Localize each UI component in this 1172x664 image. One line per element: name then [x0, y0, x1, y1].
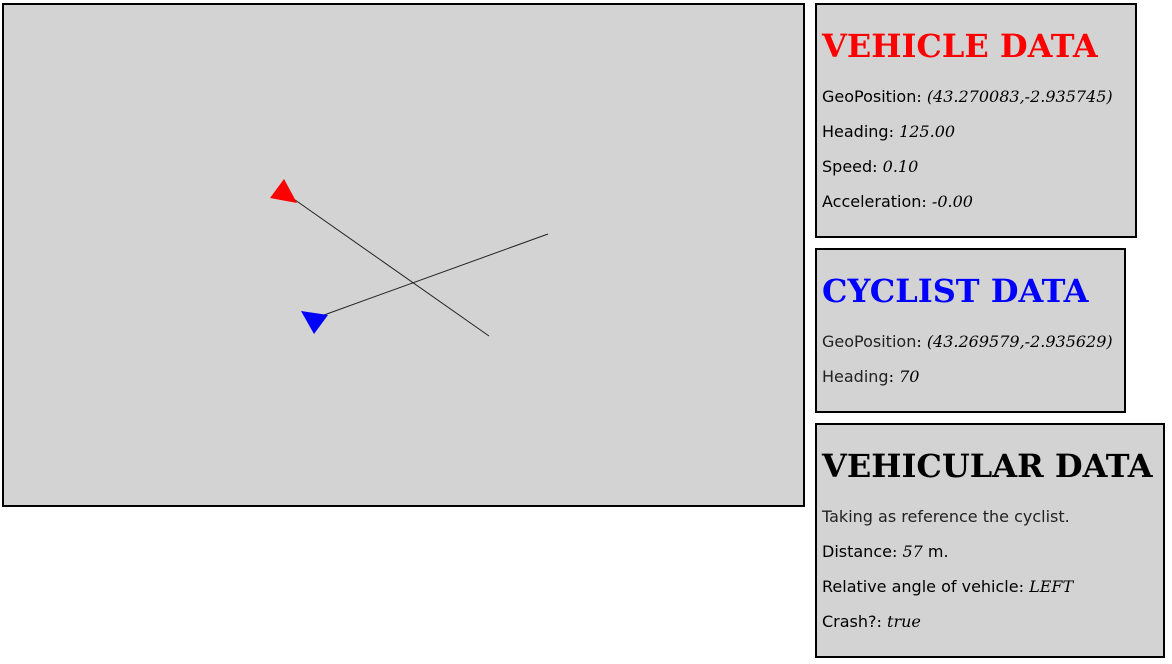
vehicular-distance-value: 57	[902, 542, 923, 561]
vehicular-crash-label: Crash?	[822, 612, 877, 631]
vehicular-distance-label: Distance	[822, 542, 892, 561]
vehicular-relative-angle-row: Relative angle of vehicle: LEFT	[822, 577, 1074, 596]
vehicle-data-title: VEHICLE DATA	[822, 27, 1098, 65]
cyclist-data-title: CYCLIST DATA	[822, 272, 1089, 310]
cyclist-heading-row: Heading: 70	[822, 367, 920, 386]
vehicular-reference-note: Taking as reference the cyclist.	[822, 507, 1070, 526]
vehicle-acceleration-label: Acceleration	[822, 192, 922, 211]
vehicle-geoposition-label: GeoPosition	[822, 87, 917, 106]
vehicular-relative-angle-label: Relative angle of vehicle	[822, 577, 1019, 596]
vehicular-distance-row: Distance: 57 m.	[822, 542, 949, 561]
map-canvas[interactable]	[2, 3, 805, 507]
vehicle-heading-label: Heading	[822, 122, 889, 141]
vehicular-crash-value: true	[887, 612, 921, 631]
vehicle-data-panel: VEHICLE DATA GeoPosition: (43.270083,-2.…	[815, 3, 1137, 238]
vehicle-geoposition-row: GeoPosition: (43.270083,-2.935745)	[822, 87, 1113, 106]
vehicle-speed-label: Speed	[822, 157, 873, 176]
cyclist-heading-label: Heading	[822, 367, 889, 386]
vehicular-relative-angle-value: LEFT	[1029, 577, 1074, 596]
cyclist-geoposition-label: GeoPosition	[822, 332, 917, 351]
vehicular-crash-row: Crash?: true	[822, 612, 921, 631]
cyclist-geoposition-row: GeoPosition: (43.269579,-2.935629)	[822, 332, 1113, 351]
cyclist-heading-value: 70	[899, 367, 920, 386]
vehicle-acceleration-value: -0.00	[931, 192, 973, 211]
vehicular-distance-unit: m.	[927, 542, 949, 561]
cyclist-marker-icon	[301, 311, 328, 334]
vehicle-marker-icon	[270, 179, 297, 203]
vehicular-data-title: VEHICULAR DATA	[822, 447, 1153, 485]
vehicle-speed-value: 0.10	[882, 157, 919, 176]
vehicle-heading-row: Heading: 125.00	[822, 122, 956, 141]
trajectory-plot	[270, 179, 549, 337]
cyclist-geoposition-value: (43.269579,-2.935629)	[926, 332, 1113, 351]
vehicle-speed-row: Speed: 0.10	[822, 157, 919, 176]
cyclist-data-panel: CYCLIST DATA GeoPosition: (43.269579,-2.…	[815, 248, 1126, 413]
vehicle-acceleration-row: Acceleration: -0.00	[822, 192, 973, 211]
vehicular-data-panel: VEHICULAR DATA Taking as reference the c…	[815, 423, 1165, 658]
vehicle-heading-value: 125.00	[899, 122, 956, 141]
cyclist-trajectory-line	[323, 233, 549, 316]
vehicle-geoposition-value: (43.270083,-2.935745)	[926, 87, 1113, 106]
